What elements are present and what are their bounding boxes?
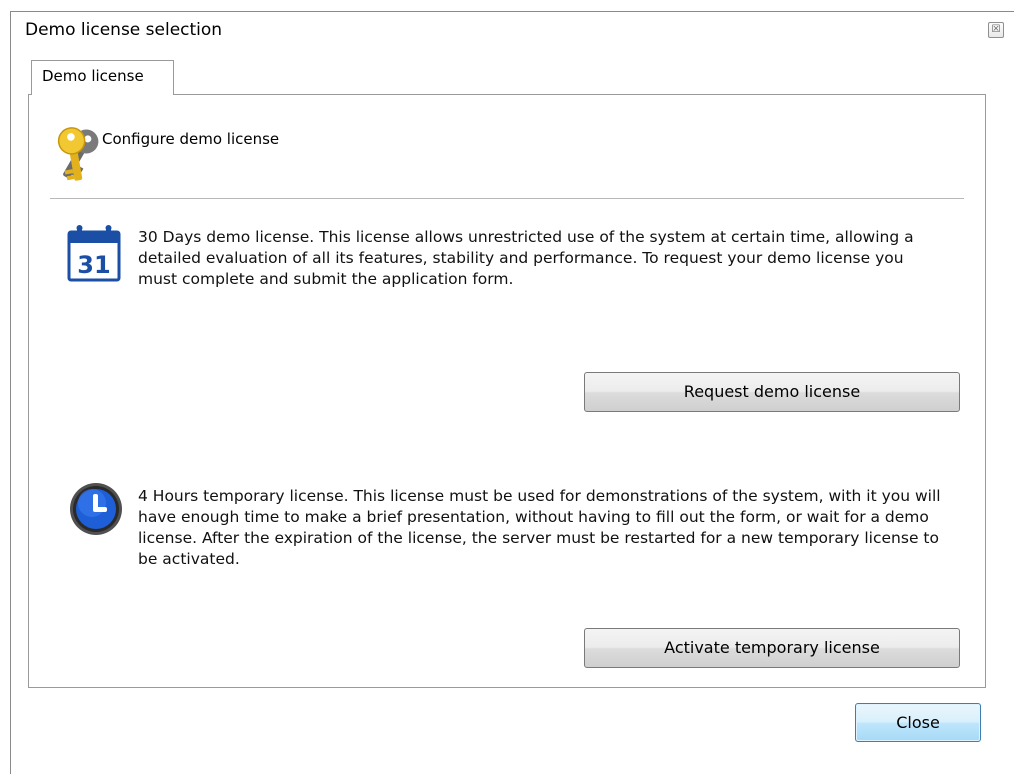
close-button[interactable]: Close bbox=[855, 703, 981, 742]
window-title: Demo license selection bbox=[25, 20, 223, 40]
tab-demo-license[interactable]: Demo license bbox=[31, 60, 174, 95]
window-close-icon[interactable]: ☒ bbox=[988, 22, 1004, 38]
configure-heading: Configure demo license bbox=[102, 130, 280, 148]
request-demo-license-button[interactable]: Request demo license bbox=[584, 372, 960, 412]
activate-temporary-license-button[interactable]: Activate temporary license bbox=[584, 628, 960, 668]
temporary-license-description: 4 Hours temporary license. This license … bbox=[138, 487, 941, 568]
demo-license-description: 30 Days demo license. This license allow… bbox=[138, 228, 914, 288]
calendar-day-text: 31 bbox=[77, 251, 110, 279]
clock-icon bbox=[68, 481, 124, 537]
key-icon bbox=[48, 124, 108, 184]
calendar-icon: 31 bbox=[66, 223, 122, 283]
divider bbox=[50, 198, 964, 199]
tab-label: Demo license bbox=[42, 67, 144, 85]
